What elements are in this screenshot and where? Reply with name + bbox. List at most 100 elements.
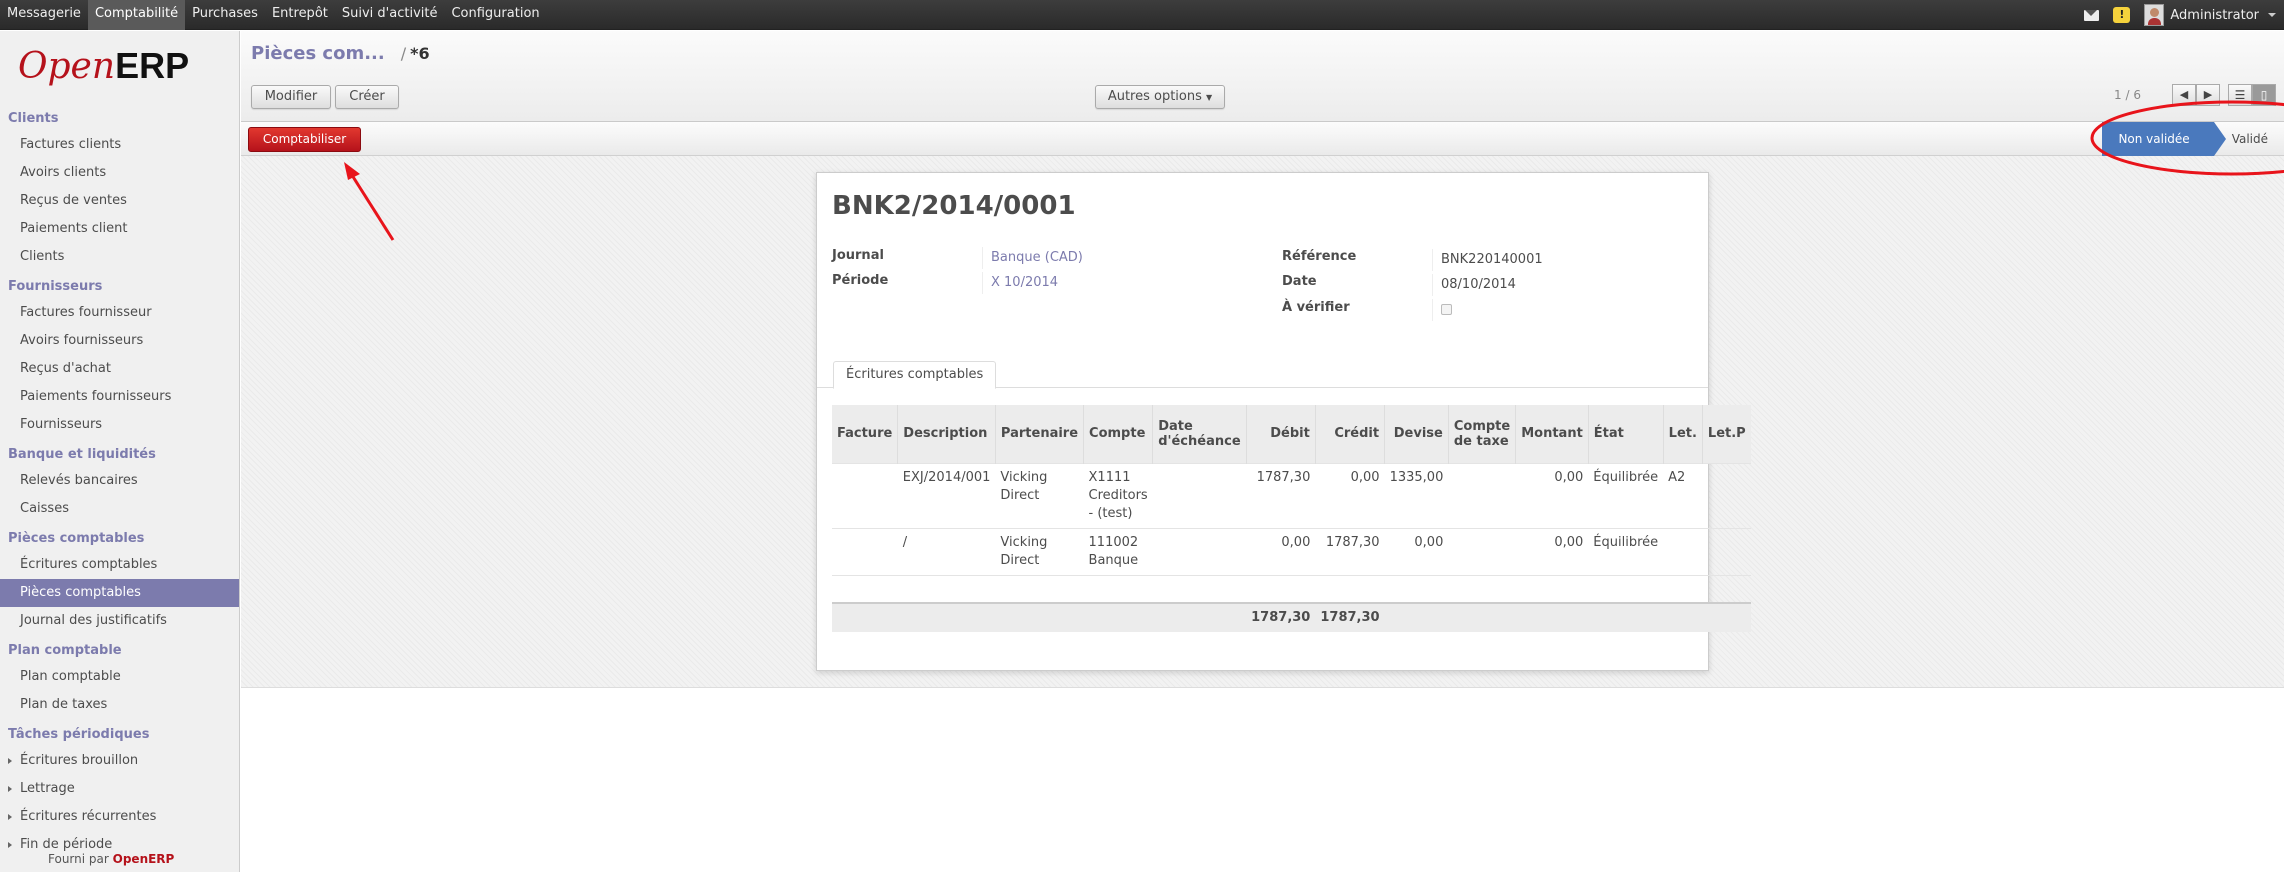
top-menu-messagerie[interactable]: Messagerie — [0, 0, 88, 30]
cell-account: 111002 Banque — [1083, 527, 1153, 575]
user-menu[interactable]: Administrator — [2144, 4, 2276, 26]
top-menu-purchases[interactable]: Purchases — [185, 0, 265, 30]
mail-icon[interactable] — [2084, 9, 2100, 21]
column-header[interactable]: Facture — [832, 405, 899, 463]
sidebar-item-factures-fournisseur[interactable]: Factures fournisseur — [0, 299, 239, 327]
reference-field[interactable]: BNK220140001 — [1432, 249, 1543, 271]
cell-credit: 0,00 — [1315, 462, 1385, 528]
breadcrumb-link[interactable]: Pièces com... — [251, 43, 385, 64]
table-empty-row — [832, 574, 1751, 603]
journal-field[interactable]: Banque (CAD) — [982, 247, 1083, 269]
tab-journal-items[interactable]: Écritures comptables — [833, 361, 997, 389]
pager-next-icon[interactable]: ▶ — [2196, 84, 2220, 106]
sidebar-item-avoirs-clients[interactable]: Avoirs clients — [0, 159, 239, 187]
sidebar-item-ecritures-brouillon[interactable]: Écritures brouillon — [0, 747, 239, 775]
view-switcher: ☰ ▯ — [2228, 84, 2276, 106]
powered-by: Fourni par OpenERP — [48, 852, 174, 866]
sidebar-item-lettrage[interactable]: Lettrage — [0, 775, 239, 803]
top-menu-suivi[interactable]: Suivi d'activité — [335, 0, 445, 30]
sidebar-section-clients: Clients — [8, 111, 59, 126]
list-view-icon[interactable]: ☰ — [2228, 84, 2252, 106]
top-menu-comptabilite[interactable]: Comptabilité — [87, 0, 186, 30]
sidebar-section-taches: Tâches périodiques — [8, 727, 150, 742]
total-spacer — [1384, 602, 1751, 632]
top-menu-configuration[interactable]: Configuration — [444, 0, 546, 30]
top-navbar: Messagerie Comptabilité Purchases Entrep… — [0, 0, 2284, 30]
column-header[interactable]: Devise — [1384, 405, 1449, 463]
sidebar-item-fournisseurs[interactable]: Fournisseurs — [0, 411, 239, 439]
column-header[interactable]: Compte — [1083, 405, 1154, 463]
pager-buttons: ◀ ▶ — [2172, 84, 2220, 106]
expand-triangle-icon — [8, 785, 12, 792]
period-field[interactable]: X 10/2014 — [982, 272, 1058, 294]
notebook-tabs: Écritures comptables — [817, 357, 1708, 389]
sidebar-item-plan-comptable[interactable]: Plan comptable — [0, 663, 239, 691]
sidebar-item-paiements-fournisseurs[interactable]: Paiements fournisseurs — [0, 383, 239, 411]
more-options-label: Autres options — [1107, 89, 1202, 104]
user-name: Administrator — [2170, 7, 2259, 23]
openerp-logo[interactable]: OpenERP — [18, 45, 189, 87]
pager-previous-icon[interactable]: ◀ — [2172, 84, 2196, 106]
total-spacer — [832, 602, 1247, 632]
total-credit: 1787,30 — [1315, 602, 1385, 632]
sidebar-item-ecritures-comptables[interactable]: Écritures comptables — [0, 551, 239, 579]
sidebar-item-recus-achat[interactable]: Reçus d'achat — [0, 355, 239, 383]
cell-debit: 1787,30 — [1246, 462, 1316, 528]
table-row[interactable]: EXJ/2014/001 Vicking Direct X1111 Credit… — [832, 462, 1751, 528]
sidebar-item-paiements-client[interactable]: Paiements client — [0, 215, 239, 243]
sidebar-section-banque: Banque et liquidités — [8, 447, 156, 462]
powered-brand[interactable]: OpenERP — [113, 852, 175, 866]
date-field[interactable]: 08/10/2014 — [1432, 274, 1516, 296]
reference-label: Référence — [1282, 249, 1357, 264]
cell-reconcile: A2 — [1663, 462, 1703, 528]
cell-amount: 0,00 — [1515, 527, 1589, 575]
sidebar-item-caisses[interactable]: Caisses — [0, 495, 239, 523]
sidebar-item-factures-clients[interactable]: Factures clients — [0, 131, 239, 159]
empty-cell — [832, 574, 1751, 603]
cell-amount: 0,00 — [1515, 462, 1589, 528]
cell-invoice — [832, 527, 898, 575]
sidebar-item-ecritures-recurrentes[interactable]: Écritures récurrentes — [0, 803, 239, 831]
column-header[interactable]: Partenaire — [995, 405, 1085, 463]
column-header[interactable]: Description — [897, 405, 996, 463]
warning-icon[interactable]: ! — [2113, 7, 2131, 23]
sidebar-item-journal-justificatifs[interactable]: Journal des justificatifs — [0, 607, 239, 635]
sidebar-menu: Clients Factures clients Avoirs clients … — [0, 103, 239, 859]
column-header[interactable]: Let. — [1663, 405, 1703, 463]
logo-erp-text: ERP — [115, 45, 190, 86]
sidebar-section-plan: Plan comptable — [8, 643, 122, 658]
sidebar-item-clients[interactable]: Clients — [0, 243, 239, 271]
logo-open-text: Open — [18, 46, 116, 87]
column-header[interactable]: Débit — [1246, 405, 1316, 463]
sidebar-item-plan-taxes[interactable]: Plan de taxes — [0, 691, 239, 719]
more-options-button[interactable]: Autres options ▼ — [1095, 85, 1225, 109]
period-label: Période — [832, 273, 889, 288]
top-menu-entrepot[interactable]: Entrepôt — [265, 0, 335, 30]
cell-tax-account — [1448, 462, 1516, 528]
cell-due-date — [1152, 462, 1247, 528]
sidebar-item-releves-bancaires[interactable]: Relevés bancaires — [0, 467, 239, 495]
cell-description: EXJ/2014/001 — [897, 462, 996, 528]
column-header[interactable]: Montant — [1515, 405, 1589, 463]
column-header[interactable]: Let.P — [1702, 405, 1751, 463]
table-row[interactable]: / Vicking Direct 111002 Banque 0,00 1787… — [832, 527, 1751, 575]
table-total-row: 1787,30 1787,30 — [832, 602, 1751, 632]
sidebar-item-avoirs-fournisseurs[interactable]: Avoirs fournisseurs — [0, 327, 239, 355]
post-button[interactable]: Comptabiliser — [248, 127, 361, 152]
sidebar-item-recus-ventes[interactable]: Reçus de ventes — [0, 187, 239, 215]
to-check-field — [1432, 299, 1452, 321]
column-header[interactable]: Crédit — [1315, 405, 1386, 463]
form-view-icon[interactable]: ▯ — [2252, 84, 2276, 106]
cell-invoice — [832, 462, 898, 528]
sidebar-item-pieces-comptables[interactable]: Pièces comptables — [0, 579, 239, 607]
column-header[interactable]: État — [1588, 405, 1664, 463]
to-check-checkbox[interactable] — [1441, 304, 1452, 315]
column-header[interactable]: Compte de taxe — [1448, 405, 1517, 463]
expand-triangle-icon — [8, 841, 12, 848]
create-button[interactable]: Créer — [335, 85, 399, 109]
modify-button[interactable]: Modifier — [251, 85, 331, 109]
cell-account: X1111 Creditors - (test) — [1083, 462, 1153, 528]
sidebar-item-label: Écritures brouillon — [20, 753, 139, 768]
column-header[interactable]: Date d'échéance — [1152, 405, 1247, 463]
cell-currency-amount: 0,00 — [1384, 527, 1449, 575]
